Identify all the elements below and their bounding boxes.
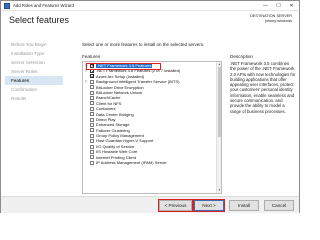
nav-item-confirmation[interactable]: Confirmation [5, 85, 63, 94]
feature-label: IP Address Management (IPAM) Server [96, 160, 167, 166]
close-button[interactable]: ✕ [285, 1, 298, 11]
feature-checkbox[interactable] [90, 79, 94, 84]
feature-checkbox[interactable] [90, 90, 94, 95]
wizard-window: Add Roles and Features Wizard — ☐ ✕ Sele… [0, 0, 300, 213]
scroll-down-arrow-icon[interactable]: ▼ [217, 188, 221, 193]
feature-checkbox[interactable] [90, 85, 94, 90]
feature-checkbox[interactable] [90, 144, 94, 149]
destination-server-name: johnny-windows [264, 18, 292, 23]
feature-checkbox[interactable] [90, 96, 94, 101]
feature-checkbox[interactable] [90, 160, 94, 165]
feature-checkbox[interactable] [90, 128, 94, 133]
install-button[interactable]: Install [229, 200, 259, 211]
feature-checkbox[interactable] [90, 112, 94, 117]
wizard-nav: Before You Begin Installation Type Server … [5, 40, 63, 103]
destination-server-info: DESTINATION SERVER johnny-windows [250, 14, 292, 23]
cancel-button[interactable]: Cancel [264, 200, 294, 211]
feature-checkbox[interactable] [90, 106, 94, 111]
nav-item-installation-type[interactable]: Installation Type [5, 49, 63, 58]
maximize-button[interactable]: ☐ [272, 1, 285, 11]
feature-checkbox[interactable] [90, 155, 94, 160]
previous-button[interactable]: < Previous [158, 199, 193, 212]
minimize-button[interactable]: — [259, 1, 272, 11]
nav-item-before-you-begin[interactable]: Before You Begin [5, 40, 63, 49]
feature-checkbox[interactable] [90, 74, 95, 80]
scroll-thumb[interactable] [218, 67, 221, 137]
feature-checkbox[interactable] [90, 63, 95, 69]
features-scrollbar[interactable]: ▲ ▼ [216, 62, 221, 193]
feature-checkbox[interactable] [90, 133, 94, 138]
description-label: Description [230, 54, 253, 59]
features-label: Features [82, 54, 101, 59]
destination-label: DESTINATION SERVER [250, 14, 292, 18]
features-tree[interactable]: ▷.NET Framework 3.5 Features▷.NET Framew… [82, 61, 222, 194]
feature-description: .NET Framework 3.5 combines the power of… [230, 61, 296, 114]
nav-item-server-roles[interactable]: Server Roles [5, 67, 63, 76]
wizard-footer: < Previous Next > Install Cancel [1, 196, 299, 213]
server-manager-icon [4, 3, 10, 9]
nav-item-features[interactable]: Features [5, 76, 63, 85]
title-bar: Add Roles and Features Wizard — ☐ ✕ [1, 1, 299, 11]
feature-checkbox[interactable] [90, 149, 94, 154]
window-title: Add Roles and Features Wizard [13, 3, 74, 8]
feature-row[interactable]: IP Address Management (IPAM) Server [83, 160, 215, 165]
feature-checkbox[interactable] [90, 139, 94, 144]
feature-checkbox[interactable] [90, 117, 94, 122]
next-button[interactable]: Next > [193, 199, 225, 212]
nav-item-results[interactable]: Results [5, 94, 63, 103]
feature-checkbox[interactable] [90, 69, 94, 74]
feature-checkbox[interactable] [90, 122, 94, 127]
feature-checkbox[interactable] [90, 101, 94, 106]
intro-text: Select one or more features to install o… [82, 42, 205, 47]
nav-item-server-selection[interactable]: Server Selection [5, 58, 63, 67]
page-title: Select features [9, 15, 70, 25]
